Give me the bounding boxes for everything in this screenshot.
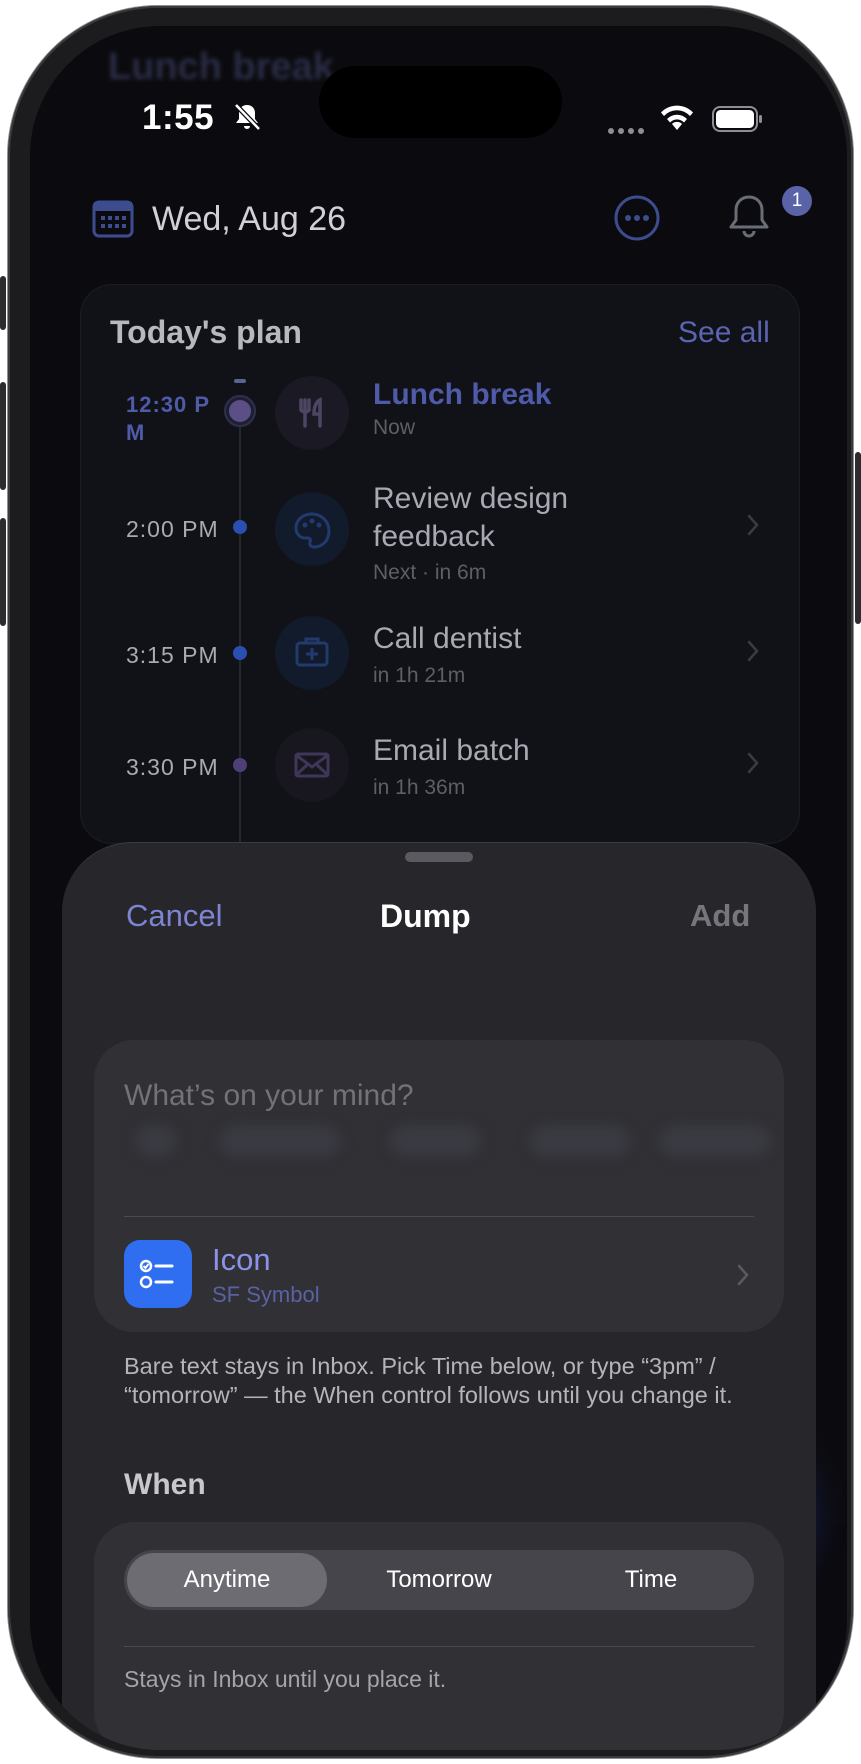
- when-option-time[interactable]: Time: [551, 1553, 751, 1607]
- timeline-dot: [233, 646, 247, 660]
- sheet-grabber[interactable]: [405, 852, 473, 862]
- item-subtitle: in 1h 21m: [373, 664, 466, 687]
- sheet-title: Dump: [380, 898, 471, 934]
- item-time: 12:30 P: [126, 392, 211, 417]
- item-time: 3:15 PM: [126, 642, 219, 668]
- thought-input[interactable]: [124, 1066, 754, 1126]
- add-button[interactable]: Add: [690, 898, 750, 934]
- see-all-link[interactable]: See all: [678, 316, 770, 350]
- volume-up-button: [0, 382, 6, 490]
- chevron-right-icon: [746, 514, 760, 541]
- item-title: Email batch: [373, 734, 530, 767]
- checklist-icon: [124, 1240, 192, 1308]
- hint-text: Bare text stays in Inbox. Pick Time belo…: [124, 1353, 733, 1408]
- power-button: [855, 452, 861, 624]
- timeline-dot: [233, 758, 247, 772]
- palette-icon: [275, 492, 349, 566]
- divider: [124, 1216, 754, 1217]
- item-title: Lunch break: [373, 378, 552, 411]
- item-subtitle: Now: [373, 416, 416, 439]
- top-bar: Wed, Aug 26 1: [30, 176, 847, 266]
- plan-item-lunch-break[interactable]: 12:30 P M Lunch break Now: [30, 376, 847, 456]
- calendar-icon[interactable]: [92, 198, 134, 243]
- item-title-cont: feedback: [373, 520, 495, 553]
- wifi-icon: [660, 104, 694, 137]
- current-date[interactable]: Wed, Aug 26: [152, 200, 346, 239]
- item-title: Review design: [373, 482, 569, 515]
- current-dot-inner: [229, 400, 251, 422]
- when-option-anytime[interactable]: Anytime: [127, 1553, 327, 1607]
- fork-knife-icon: [275, 376, 349, 450]
- item-time: 3:30 PM: [126, 754, 219, 780]
- plan-item-review-design[interactable]: 2:00 PM Review design feedback Next · in…: [30, 480, 847, 590]
- notifications-bell-icon[interactable]: [726, 192, 772, 245]
- item-time: 2:00 PM: [126, 516, 219, 542]
- cancel-button[interactable]: Cancel: [126, 898, 223, 934]
- icon-label: Icon: [212, 1242, 271, 1277]
- suggestion-chips: [130, 1126, 770, 1162]
- dynamic-island: [319, 66, 562, 138]
- status-time: 1:55: [142, 98, 215, 137]
- when-segmented-control: Anytime Tomorrow Time: [124, 1550, 754, 1610]
- chevron-right-icon: [746, 640, 760, 667]
- when-note: Stays in Inbox until you place it.: [124, 1666, 447, 1692]
- medical-bag-icon: [275, 616, 349, 690]
- when-heading: When: [124, 1468, 206, 1501]
- volume-down-button: [0, 518, 6, 626]
- plan-item-email-batch[interactable]: 3:30 PM Email batch in 1h 36m: [30, 728, 847, 818]
- battery-icon: [712, 106, 764, 137]
- icon-sublabel: SF Symbol: [212, 1282, 320, 1307]
- item-title: Call dentist: [373, 622, 522, 655]
- item-subtitle: Next · in 6m: [373, 561, 487, 584]
- divider: [124, 1646, 754, 1647]
- item-subtitle: in 1h 36m: [373, 776, 466, 799]
- status-bar: 1:55: [30, 66, 847, 148]
- more-options-icon[interactable]: [613, 194, 661, 247]
- timeline-dot: [233, 520, 247, 534]
- action-button: [0, 276, 6, 330]
- chevron-right-icon: [746, 752, 760, 779]
- plan-title: Today's plan: [110, 314, 302, 350]
- envelope-icon: [275, 728, 349, 802]
- cellular-icon: [607, 122, 647, 140]
- notification-badge: 1: [782, 186, 812, 216]
- silent-mode-icon: [232, 102, 262, 137]
- item-time-cont: M: [126, 420, 146, 445]
- chevron-right-icon: [736, 1264, 750, 1291]
- when-option-tomorrow[interactable]: Tomorrow: [339, 1553, 539, 1607]
- plan-item-call-dentist[interactable]: 3:15 PM Call dentist in 1h 21m: [30, 616, 847, 706]
- icon-picker-row[interactable]: Icon SF Symbol: [124, 1240, 760, 1310]
- phone-frame: Lunch break 1:55 Wed, Aug 26 1 Today's p…: [0, 6, 861, 1758]
- ghost-title: Lunch break: [108, 46, 334, 88]
- screen: Lunch break 1:55 Wed, Aug 26 1 Today's p…: [30, 26, 847, 1750]
